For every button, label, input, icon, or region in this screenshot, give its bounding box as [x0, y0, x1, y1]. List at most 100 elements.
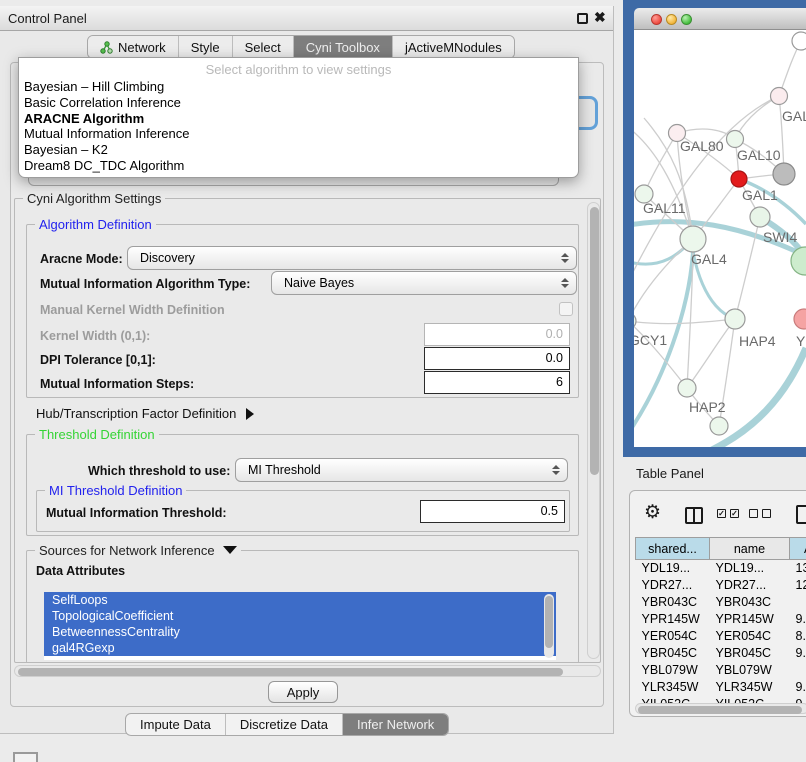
- network-node[interactable]: [727, 131, 744, 148]
- column-header-name[interactable]: name: [710, 538, 790, 560]
- mi-steps-label: Mutual Information Steps:: [40, 377, 194, 391]
- tab-select-label: Select: [245, 40, 281, 55]
- table-horizontal-scrollbar[interactable]: [635, 703, 806, 714]
- attribute-list-scrollbar[interactable]: [544, 594, 554, 658]
- table-cell: 8.: [790, 628, 806, 645]
- network-node[interactable]: [773, 163, 795, 185]
- mi-type-label: Mutual Information Algorithm Type:: [40, 277, 250, 291]
- network-canvas[interactable]: GALGAL80GAL10GAL1GAL11SWI4GAL4GCY1HAP4YH…: [634, 30, 806, 447]
- node-table[interactable]: shared... name A YDL19...YDL19...13YDR27…: [635, 537, 806, 703]
- column-header-a[interactable]: A: [790, 538, 806, 560]
- algorithm-dropdown-item[interactable]: Bayesian – Hill Climbing: [19, 79, 578, 95]
- cyni-algorithm-settings-title: Cyni Algorithm Settings: [23, 191, 165, 206]
- apply-button[interactable]: Apply: [268, 681, 338, 703]
- close-icon[interactable]: ✖: [594, 9, 606, 26]
- mi-steps-field[interactable]: 6: [424, 371, 570, 394]
- dpi-tolerance-field[interactable]: 0.0: [424, 347, 570, 370]
- tab-jactivemnodules[interactable]: jActiveMNodules: [393, 36, 514, 58]
- attribute-list-item[interactable]: SelfLoops: [44, 592, 556, 608]
- table-row[interactable]: YDR27...YDR27...12: [636, 577, 806, 594]
- tab-select[interactable]: Select: [233, 36, 294, 58]
- algorithm-dropdown-item[interactable]: Basic Correlation Inference: [19, 95, 578, 111]
- tab-infer-network[interactable]: Infer Network: [343, 714, 448, 735]
- cyni-bottom-tab-bar: Impute Data Discretize Data Infer Networ…: [125, 713, 449, 736]
- window-close-icon[interactable]: [651, 14, 662, 25]
- table-cell: [790, 662, 806, 679]
- network-node[interactable]: [794, 309, 806, 329]
- table-cell: YPR145W: [636, 611, 710, 628]
- table-cell: 9.: [790, 679, 806, 696]
- kernel-width-field[interactable]: 0.0: [424, 323, 570, 346]
- network-node-label: GAL10: [737, 147, 781, 163]
- attribute-list-item[interactable]: TopologicalCoefficient: [44, 608, 556, 624]
- sources-title[interactable]: Sources for Network Inference: [35, 543, 241, 558]
- table-row[interactable]: YPR145WYPR145W9.: [636, 611, 806, 628]
- aracne-mode-combobox[interactable]: Discovery: [127, 246, 577, 270]
- table-row[interactable]: YBR043CYBR043C: [636, 594, 806, 611]
- aracne-mode-value: Discovery: [140, 251, 195, 265]
- collapse-down-icon: [223, 546, 237, 554]
- table-row[interactable]: YER054CYER054C8.: [636, 628, 806, 645]
- network-icon: [100, 41, 113, 54]
- network-window-titlebar[interactable]: [634, 8, 806, 30]
- algorithm-dropdown: Select algorithm to view settings Bayesi…: [18, 57, 579, 178]
- settings-horizontal-scrollbar[interactable]: [14, 665, 601, 677]
- tab-cyni-toolbox-label: Cyni Toolbox: [306, 40, 380, 55]
- network-node[interactable]: [680, 226, 706, 252]
- network-node[interactable]: [731, 171, 747, 187]
- float-window-icon[interactable]: [577, 13, 588, 24]
- combo-arrows-icon: [552, 465, 560, 475]
- network-node[interactable]: [710, 417, 728, 435]
- hub-definition-toggle[interactable]: Hub/Transcription Factor Definition: [36, 406, 254, 421]
- table-cell: YBL079W: [710, 662, 790, 679]
- table-row[interactable]: YLR345WYLR345W9.: [636, 679, 806, 696]
- dpi-tolerance-label: DPI Tolerance [0,1]:: [40, 353, 156, 367]
- mi-threshold-field[interactable]: 0.5: [420, 500, 565, 523]
- network-node[interactable]: [750, 207, 770, 227]
- window-minimize-icon[interactable]: [666, 14, 677, 25]
- table-panel-title: Table Panel: [636, 466, 704, 481]
- network-node-label: GAL4: [691, 251, 727, 267]
- table-row[interactable]: YIL052CYIL052C9.: [636, 696, 806, 704]
- tab-network[interactable]: Network: [88, 36, 179, 58]
- mi-threshold-label: Mutual Information Threshold:: [46, 506, 227, 520]
- table-row[interactable]: YDL19...YDL19...13: [636, 560, 806, 577]
- algorithm-dropdown-item[interactable]: Mutual Information Inference: [19, 126, 578, 142]
- table-cell: YDL19...: [710, 560, 790, 577]
- table-cell: YER054C: [636, 628, 710, 645]
- network-node[interactable]: [725, 309, 745, 329]
- which-threshold-combobox[interactable]: MI Threshold: [235, 458, 568, 482]
- table-cell: [790, 594, 806, 611]
- tab-discretize-data[interactable]: Discretize Data: [226, 714, 343, 735]
- settings-vertical-scrollbar[interactable]: [587, 202, 600, 659]
- tab-impute-data[interactable]: Impute Data: [126, 714, 226, 735]
- table-row[interactable]: YBL079WYBL079W: [636, 662, 806, 679]
- mi-type-combobox[interactable]: Naive Bayes: [271, 271, 577, 295]
- network-node[interactable]: [771, 88, 788, 105]
- algorithm-dropdown-item[interactable]: ARACNE Algorithm: [19, 111, 578, 127]
- table-cell: YDL19...: [636, 560, 710, 577]
- table-cell: 9.: [790, 611, 806, 628]
- tab-cyni-toolbox[interactable]: Cyni Toolbox: [294, 36, 393, 58]
- attribute-list-item[interactable]: gal4RGexp: [44, 640, 556, 656]
- data-attributes-list[interactable]: SelfLoopsTopologicalCoefficientBetweenne…: [44, 592, 556, 660]
- network-node[interactable]: [634, 313, 636, 329]
- minimized-panel-icon[interactable]: [13, 752, 38, 762]
- manual-kernel-label: Manual Kernel Width Definition: [40, 303, 225, 317]
- manual-kernel-checkbox[interactable]: [559, 302, 573, 316]
- control-panel-title: Control Panel: [8, 11, 87, 26]
- table-row[interactable]: YBR045CYBR045C9.: [636, 645, 806, 662]
- table-cell: YIL052C: [636, 696, 710, 704]
- network-node[interactable]: [792, 32, 806, 50]
- combo-arrows-icon: [561, 278, 569, 288]
- tab-style[interactable]: Style: [179, 36, 233, 58]
- attribute-list-item[interactable]: BetweennessCentrality: [44, 624, 556, 640]
- window-zoom-icon[interactable]: [681, 14, 692, 25]
- column-header-shared-name[interactable]: shared...: [636, 538, 710, 560]
- network-view-window: GALGAL80GAL10GAL1GAL11SWI4GAL4GCY1HAP4YH…: [623, 0, 806, 457]
- algorithm-dropdown-item[interactable]: Dream8 DC_TDC Algorithm: [19, 158, 578, 174]
- algorithm-dropdown-item[interactable]: Bayesian – K2: [19, 142, 578, 158]
- mi-type-value: Naive Bayes: [284, 276, 354, 290]
- network-node[interactable]: [678, 379, 696, 397]
- table-panel: ⚙ ✓ ✓ shared... name A YDL19...YDL19...1…: [629, 490, 806, 717]
